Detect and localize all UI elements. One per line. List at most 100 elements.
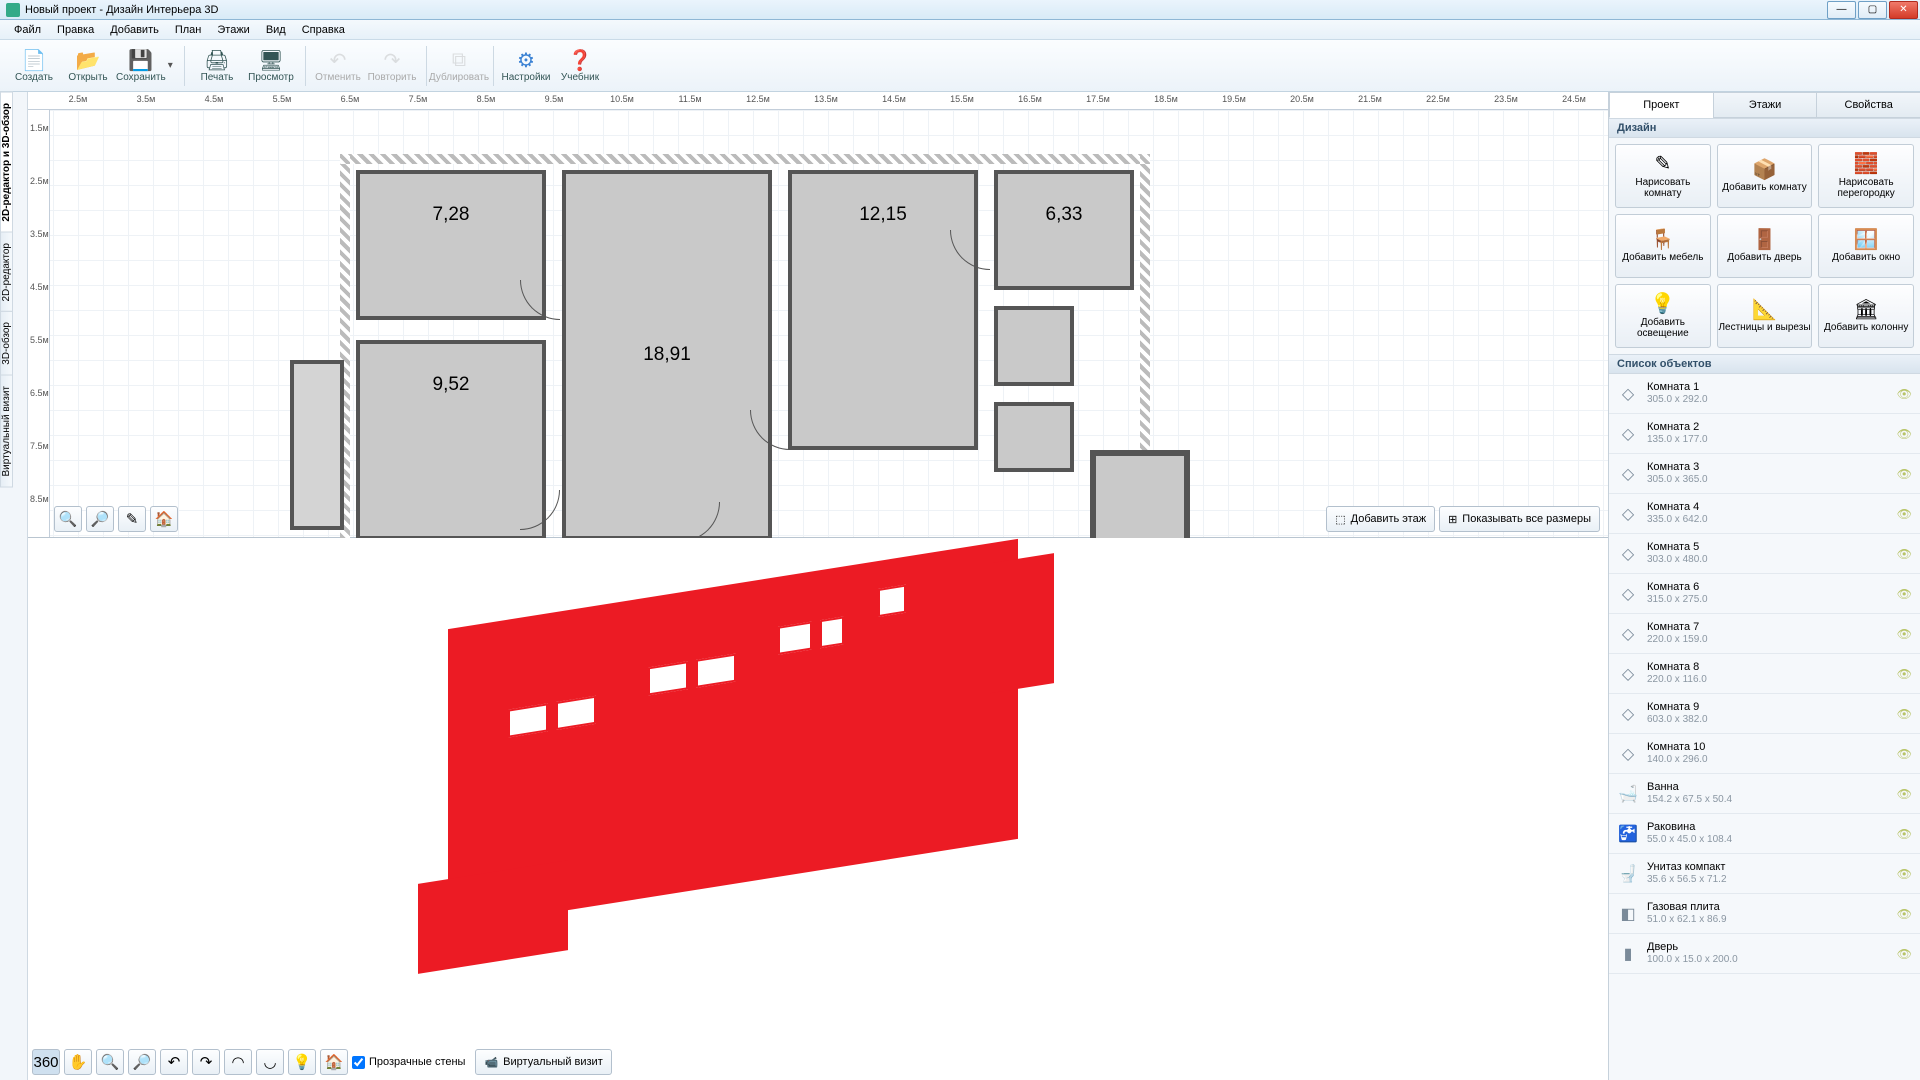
menu-item[interactable]: Этажи [209,22,257,38]
visibility-icon[interactable]: 👁 [1897,787,1912,801]
pan-button[interactable]: ✋ [64,1049,92,1075]
visibility-icon[interactable]: 👁 [1897,627,1912,641]
zoom-out-button[interactable]: 🔍 [54,506,82,532]
room-extra[interactable] [1090,450,1190,550]
add-floor-button[interactable]: ⬚Добавить этаж [1326,506,1435,532]
design-tool-button[interactable]: 💡Добавить освещение [1615,284,1711,348]
object-list-item[interactable]: ◇Комната 6315.0 x 275.0👁 [1609,574,1920,614]
design-tool-button[interactable]: 📐Лестницы и вырезы [1717,284,1813,348]
left-tab[interactable]: 2D-редактор и 3D-обзор [0,92,13,233]
virtual-visit-button[interactable]: 📹Виртуальный визит [475,1049,611,1075]
undo-icon: ↶ [324,48,352,72]
view-3d[interactable]: 360 ✋ 🔍 🔎 ↶ ↷ ◠ ◡ 💡 🏠 Прозрачные стены 📹… [28,538,1608,1080]
room-small-1[interactable] [994,306,1074,386]
object-list-item[interactable]: ◇Комната 8220.0 x 116.0👁 [1609,654,1920,694]
design-tool-button[interactable]: 🪑Добавить мебель [1615,214,1711,278]
object-list-item[interactable]: ▮Дверь100.0 x 15.0 x 200.0👁 [1609,934,1920,974]
right-tab[interactable]: Свойства [1816,92,1920,118]
visibility-icon[interactable]: 👁 [1897,947,1912,961]
plan-2d-view[interactable]: 1.5м2.5м3.5м4.5м5.5м6.5м7.5м8.5м 7,28 9,… [28,110,1608,538]
print-button[interactable]: 🖨Печать [191,42,243,90]
object-list-item[interactable]: ◇Комната 2135.0 x 177.0👁 [1609,414,1920,454]
object-list-item[interactable]: ◇Комната 7220.0 x 159.0👁 [1609,614,1920,654]
visibility-icon[interactable]: 👁 [1897,667,1912,681]
open-button[interactable]: 📂Открыть [62,42,114,90]
menu-item[interactable]: Файл [6,22,49,38]
tilt-down-button[interactable]: ◡ [256,1049,284,1075]
left-tab[interactable]: 3D-обзор [0,311,13,376]
visibility-icon[interactable]: 👁 [1897,827,1912,841]
rotate-left-button[interactable]: ↶ [160,1049,188,1075]
design-tool-button[interactable]: 📦Добавить комнату [1717,144,1813,208]
visibility-icon[interactable]: 👁 [1897,387,1912,401]
design-tool-button[interactable]: 🚪Добавить дверь [1717,214,1813,278]
maximize-button[interactable]: ▢ [1858,1,1887,19]
design-tool-button[interactable]: 🏛Добавить колонну [1818,284,1914,348]
room-3[interactable]: 12,15 [788,170,978,450]
menu-item[interactable]: Справка [294,22,353,38]
visibility-icon[interactable]: 👁 [1897,587,1912,601]
object-list-item[interactable]: ◇Комната 1305.0 x 292.0👁 [1609,374,1920,414]
design-tool-button[interactable]: 🪟Добавить окно [1818,214,1914,278]
right-tab[interactable]: Проект [1609,92,1714,118]
design-tool-button[interactable]: 🧱Нарисовать перегородку [1818,144,1914,208]
save-button[interactable]: 💾Сохранить ▾ [116,42,176,90]
save-dropdown-icon[interactable]: ▾ [168,60,176,71]
home-button[interactable]: 🏠 [150,506,178,532]
zoom-out-3d-button[interactable]: 🔍 [96,1049,124,1075]
design-button-grid: ✎Нарисовать комнату📦Добавить комнату🧱Нар… [1609,138,1920,354]
zoom-in-button[interactable]: 🔎 [86,506,114,532]
object-list-item[interactable]: ◇Комната 4335.0 x 642.0👁 [1609,494,1920,534]
show-dimensions-button[interactable]: ⊞Показывать все размеры [1439,506,1600,532]
visibility-icon[interactable]: 👁 [1897,547,1912,561]
visibility-icon[interactable]: 👁 [1897,907,1912,921]
light-button[interactable]: 💡 [288,1049,316,1075]
visibility-icon[interactable]: 👁 [1897,867,1912,881]
visibility-icon[interactable]: 👁 [1897,507,1912,521]
undo-button[interactable]: ↶Отменить [312,42,364,90]
tilt-up-button[interactable]: ◠ [224,1049,252,1075]
preview-button[interactable]: 🖥Просмотр [245,42,297,90]
zoom-in-3d-button[interactable]: 🔎 [128,1049,156,1075]
transparent-walls-input[interactable] [352,1056,365,1069]
design-tool-button[interactable]: ✎Нарисовать комнату [1615,144,1711,208]
room-4[interactable]: 6,33 [994,170,1134,290]
room-small-2[interactable] [994,402,1074,472]
menu-item[interactable]: План [167,22,210,38]
tutorial-button[interactable]: ❓Учебник [554,42,606,90]
left-tab[interactable]: Виртуальный визит [0,375,13,488]
settings-button[interactable]: ⚙Настройки [500,42,552,90]
design-tool-label: Добавить дверь [1727,252,1801,264]
measure-button[interactable]: ✎ [118,506,146,532]
right-tab[interactable]: Этажи [1713,92,1818,118]
object-list-item[interactable]: 🚽Унитаз компакт35.6 x 56.5 x 71.2👁 [1609,854,1920,894]
object-list-item[interactable]: 🚰Раковина55.0 x 45.0 x 108.4👁 [1609,814,1920,854]
duplicate-button[interactable]: ⧉Дублировать [433,42,485,90]
minimize-button[interactable]: — [1827,1,1856,19]
home-3d-button[interactable]: 🏠 [320,1049,348,1075]
redo-button[interactable]: ↷Повторить [366,42,418,90]
create-button[interactable]: 📄Создать [8,42,60,90]
visibility-icon[interactable]: 👁 [1897,467,1912,481]
close-button[interactable]: ✕ [1889,1,1918,19]
visibility-icon[interactable]: 👁 [1897,427,1912,441]
object-list[interactable]: ◇Комната 1305.0 x 292.0👁◇Комната 2135.0 … [1609,374,1920,1080]
object-list-item[interactable]: ◇Комната 3305.0 x 365.0👁 [1609,454,1920,494]
visibility-icon[interactable]: 👁 [1897,747,1912,761]
visibility-icon[interactable]: 👁 [1897,707,1912,721]
object-list-item[interactable]: ◇Комната 5303.0 x 480.0👁 [1609,534,1920,574]
menu-item[interactable]: Добавить [102,22,167,38]
rotate-right-button[interactable]: ↷ [192,1049,220,1075]
menu-item[interactable]: Вид [258,22,294,38]
object-list-item[interactable]: ◇Комната 9603.0 x 382.0👁 [1609,694,1920,734]
object-list-item[interactable]: ◇Комната 10140.0 x 296.0👁 [1609,734,1920,774]
room-2[interactable]: 18,91 [562,170,772,540]
room-1[interactable]: 7,28 [356,170,546,320]
left-tab[interactable]: 2D-редактор [0,232,13,313]
object-list-item[interactable]: ◧Газовая плита51.0 x 62.1 x 86.9👁 [1609,894,1920,934]
menu-item[interactable]: Правка [49,22,102,38]
rotate360-button[interactable]: 360 [32,1049,60,1075]
transparent-walls-checkbox[interactable]: Прозрачные стены [352,1056,465,1069]
floorplan-canvas[interactable]: 7,28 9,52 18,91 12,15 6,33 [50,110,1608,537]
object-list-item[interactable]: 🛁Ванна154.2 x 67.5 x 50.4👁 [1609,774,1920,814]
